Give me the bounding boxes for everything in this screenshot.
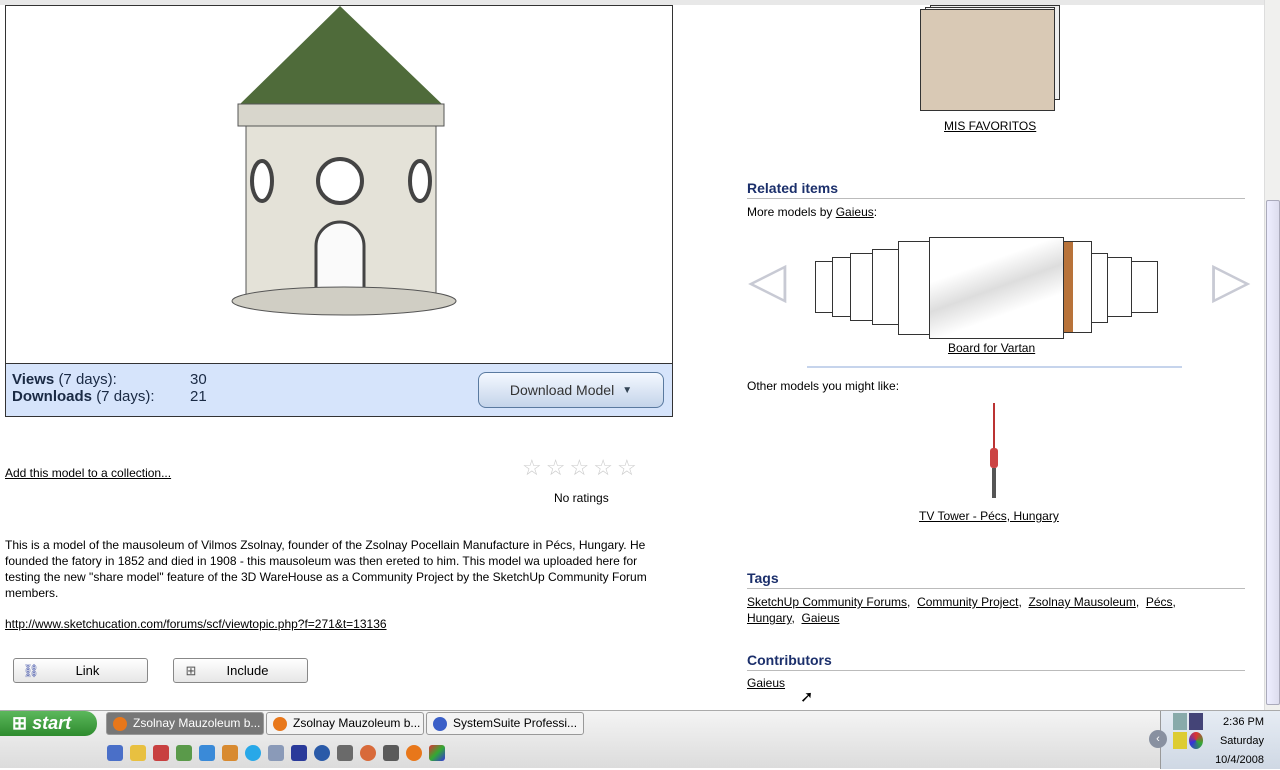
tray-app-icon[interactable]: [1189, 732, 1203, 749]
caret-down-icon: ▼: [622, 384, 633, 396]
download-model-button[interactable]: Download Model ▼: [478, 372, 664, 408]
taskbar: ⊞ start Zsolnay Mauzoleum b... Zsolnay M…: [0, 710, 1280, 770]
system-tray: ‹ 2:36 PM Saturday 10/4/2008: [1149, 711, 1280, 770]
downloads-period: (7 days):: [96, 388, 155, 405]
quick-launch-icon[interactable]: [107, 745, 123, 761]
author-link[interactable]: Gaieus: [836, 205, 874, 219]
taskbar-item[interactable]: Zsolnay Mauzoleum b...: [266, 712, 424, 735]
downloads-label: Downloads: [12, 388, 93, 405]
star-icon[interactable]: ☆: [522, 455, 542, 481]
star-icon[interactable]: ☆: [617, 455, 637, 481]
model-carousel[interactable]: [812, 237, 1162, 341]
views-stat: Views (7 days): 30: [12, 371, 207, 388]
carousel-selected-link[interactable]: Board for Vartan: [948, 341, 1035, 355]
chain-link-icon: ⛓: [22, 662, 40, 678]
carousel-scrollbar[interactable]: [807, 366, 1182, 368]
add-to-collection-link[interactable]: Add this model to a collection...: [5, 466, 171, 480]
plus-icon: ⊞: [185, 662, 197, 678]
tray-expand-icon[interactable]: ‹: [1149, 730, 1167, 748]
mausoleum-image: [231, 6, 457, 316]
more-models-by: More models by Gaieus:: [747, 205, 878, 219]
mouse-cursor-icon: ➚: [800, 689, 814, 706]
favorites-link[interactable]: MIS FAVORITOS: [944, 119, 1036, 133]
firefox-icon: [113, 717, 127, 731]
views-label: Views: [12, 371, 55, 388]
save-icon[interactable]: [291, 745, 307, 761]
network-icon[interactable]: [1173, 713, 1187, 730]
quick-launch-icon[interactable]: [383, 745, 399, 761]
media-player-icon[interactable]: [314, 745, 330, 761]
clock-day: Saturday: [1219, 735, 1264, 747]
firefox-icon[interactable]: [406, 745, 422, 761]
star-icon[interactable]: ☆: [569, 455, 589, 481]
contributors-heading: Contributors: [747, 652, 1245, 671]
quick-launch-icon[interactable]: [268, 745, 284, 761]
tag-link[interactable]: Community Project: [917, 595, 1018, 609]
quick-launch-icon[interactable]: [199, 745, 215, 761]
start-label: start: [32, 713, 72, 733]
quick-launch-icon[interactable]: [130, 745, 146, 761]
network-icon[interactable]: [1189, 713, 1203, 730]
skype-icon[interactable]: [245, 745, 261, 761]
include-label: Include: [226, 663, 269, 678]
systemsuite-icon: [433, 717, 447, 731]
tag-link[interactable]: Gaieus: [801, 611, 839, 625]
tv-tower-link[interactable]: TV Tower - Pécs, Hungary: [919, 509, 1059, 523]
taskbar-item[interactable]: Zsolnay Mauzoleum b...: [106, 712, 264, 735]
model-description: This is a model of the mausoleum of Vilm…: [5, 538, 647, 600]
download-label: Download Model: [509, 382, 615, 398]
carousel-next-arrow-icon[interactable]: ▷: [1212, 255, 1250, 305]
task-label: Zsolnay Mauzoleum b...: [133, 716, 261, 730]
link-label: Link: [75, 663, 100, 678]
related-items-heading: Related items: [747, 180, 1245, 199]
tags-heading: Tags: [747, 570, 1245, 589]
views-value: 30: [190, 371, 207, 388]
link-button[interactable]: ⛓ Link: [13, 658, 148, 683]
tv-tower-thumbnail[interactable]: [987, 403, 1001, 499]
downloads-value: 21: [190, 388, 207, 405]
include-button[interactable]: ⊞ Include: [173, 658, 308, 683]
tag-link[interactable]: Hungary: [747, 611, 791, 625]
contributor-link[interactable]: Gaieus: [747, 676, 785, 690]
windows-logo-icon: ⊞: [12, 713, 28, 733]
start-button[interactable]: ⊞ start: [0, 711, 97, 736]
clock-date: 10/4/2008: [1215, 754, 1264, 766]
favorites-collection[interactable]: [920, 5, 1070, 111]
gimp-icon[interactable]: [337, 745, 353, 761]
tags-list: SketchUp Community Forums, Community Pro…: [747, 595, 1176, 625]
tag-link[interactable]: SketchUp Community Forums: [747, 595, 907, 609]
clock-time: 2:36 PM: [1223, 716, 1264, 728]
quick-launch: [107, 745, 445, 761]
task-label: Zsolnay Mauzoleum b...: [293, 716, 421, 730]
views-period: (7 days):: [58, 371, 117, 388]
more-by-label: More models by: [747, 205, 833, 219]
forum-url-link[interactable]: http://www.sketchucation.com/forums/scf/…: [5, 617, 387, 631]
tag-link[interactable]: Pécs: [1146, 595, 1173, 609]
star-icon[interactable]: ☆: [546, 455, 566, 481]
quick-launch-icon[interactable]: [153, 745, 169, 761]
tray-icons: [1173, 713, 1203, 749]
scrollbar-thumb[interactable]: [1266, 200, 1280, 705]
stats-panel: Views (7 days): 30 Downloads (7 days): 21 …: [5, 363, 673, 417]
carousel-selected-thumbnail[interactable]: [929, 237, 1064, 339]
clock[interactable]: 2:36 PM Saturday 10/4/2008: [1215, 713, 1264, 770]
quick-launch-icon[interactable]: [360, 745, 376, 761]
rating-text: No ratings: [554, 491, 609, 505]
other-models-label: Other models you might like:: [747, 379, 900, 393]
downloads-stat: Downloads (7 days): 21: [12, 388, 207, 405]
star-icon[interactable]: ☆: [593, 455, 613, 481]
taskbar-item[interactable]: SystemSuite Professi...: [426, 712, 584, 735]
tag-link[interactable]: Zsolnay Mausoleum: [1028, 595, 1135, 609]
rating-stars[interactable]: ☆ ☆ ☆ ☆ ☆: [522, 455, 637, 481]
quick-launch-icon[interactable]: [222, 745, 238, 761]
vertical-scrollbar[interactable]: [1264, 0, 1280, 710]
favorites-thumbnail: [920, 9, 1055, 111]
task-label: SystemSuite Professi...: [453, 716, 578, 730]
network-warning-icon[interactable]: [1173, 732, 1187, 749]
firefox-icon: [273, 717, 287, 731]
model-preview[interactable]: [5, 5, 673, 363]
picasa-icon[interactable]: [429, 745, 445, 761]
quick-launch-icon[interactable]: [176, 745, 192, 761]
carousel-prev-arrow-icon[interactable]: ◁: [748, 255, 786, 305]
